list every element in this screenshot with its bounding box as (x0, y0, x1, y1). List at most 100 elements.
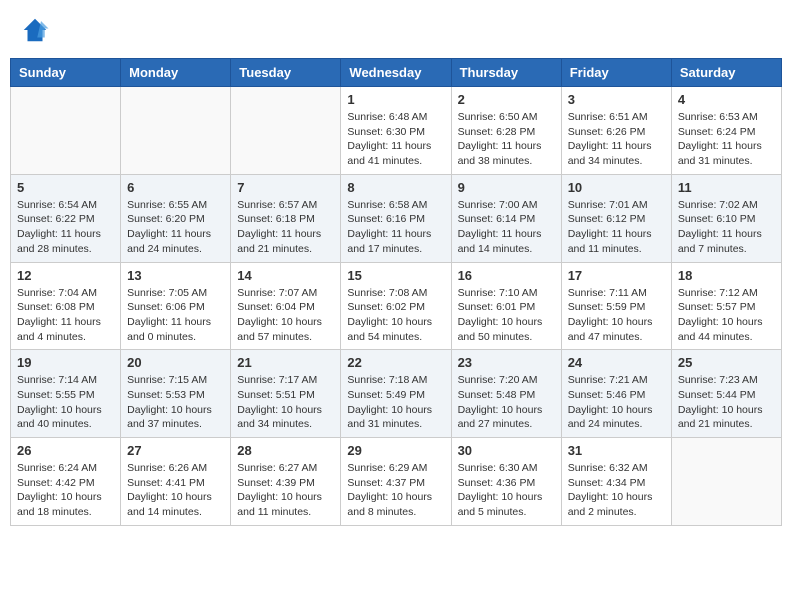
day-of-week-header: Tuesday (231, 59, 341, 87)
day-number: 5 (17, 180, 114, 195)
calendar-cell: 8Sunrise: 6:58 AM Sunset: 6:16 PM Daylig… (341, 174, 451, 262)
calendar-cell: 16 Sunrise: 7:10 AM Sunset: 6:01 PM Dayli… (451, 262, 561, 350)
calendar-cell: 15 Sunrise: 7:08 AM Sunset: 6:02 PM Dayli… (341, 262, 451, 350)
day-number: 15 (347, 268, 444, 283)
calendar-table: SundayMondayTuesdayWednesdayThursdayFrid… (10, 58, 782, 526)
day-number: 31 (568, 443, 665, 458)
calendar-cell: 18Sunrise: 7:12 AM Sunset: 5:57 PM Dayli… (671, 262, 781, 350)
calendar-week-row: 1 Sunrise: 6:48 AM Sunset: 6:30 PM Daylig… (11, 87, 782, 175)
calendar-cell: 24 Sunrise: 7:21 AM Sunset: 5:46 PM Dayli… (561, 350, 671, 438)
calendar-cell: 13 Sunrise: 7:05 AM Sunset: 6:06 PM Dayli… (121, 262, 231, 350)
day-number: 1 (347, 92, 444, 107)
calendar-cell: 7 Sunrise: 6:57 AM Sunset: 6:18 PM Daylig… (231, 174, 341, 262)
calendar-cell: 10 Sunrise: 7:01 AM Sunset: 6:12 PM Dayli… (561, 174, 671, 262)
calendar-cell: 14 Sunrise: 7:07 AM Sunset: 6:04 PM Dayli… (231, 262, 341, 350)
calendar-cell (11, 87, 121, 175)
day-info: Sunrise: 6:48 AM Sunset: 6:30 PM Dayligh… (347, 110, 444, 169)
day-info: Sunrise: 7:17 AM Sunset: 5:51 PM Dayligh… (237, 373, 334, 432)
day-number: 24 (568, 355, 665, 370)
day-number: 20 (127, 355, 224, 370)
calendar-cell: 25Sunrise: 7:23 AM Sunset: 5:44 PM Dayli… (671, 350, 781, 438)
day-info: Sunrise: 7:05 AM Sunset: 6:06 PM Dayligh… (127, 286, 224, 345)
calendar-cell: 20 Sunrise: 7:15 AM Sunset: 5:53 PM Dayli… (121, 350, 231, 438)
day-number: 8 (347, 180, 444, 195)
day-number: 3 (568, 92, 665, 107)
calendar-cell: 28 Sunrise: 6:27 AM Sunset: 4:39 PM Dayli… (231, 438, 341, 526)
day-info: Sunrise: 7:20 AM Sunset: 5:48 PM Dayligh… (458, 373, 555, 432)
calendar-cell: 3Sunrise: 6:51 AM Sunset: 6:26 PM Daylig… (561, 87, 671, 175)
day-of-week-header: Wednesday (341, 59, 451, 87)
day-number: 19 (17, 355, 114, 370)
day-of-week-header: Saturday (671, 59, 781, 87)
day-number: 27 (127, 443, 224, 458)
day-number: 10 (568, 180, 665, 195)
calendar-cell: 12 Sunrise: 7:04 AM Sunset: 6:08 PM Dayli… (11, 262, 121, 350)
day-number: 23 (458, 355, 555, 370)
day-info: Sunrise: 7:02 AM Sunset: 6:10 PM Dayligh… (678, 198, 775, 257)
day-number: 12 (17, 268, 114, 283)
calendar-cell (231, 87, 341, 175)
calendar-cell (121, 87, 231, 175)
calendar-cell: 26 Sunrise: 6:24 AM Sunset: 4:42 PM Dayli… (11, 438, 121, 526)
day-info: Sunrise: 7:00 AM Sunset: 6:14 PM Dayligh… (458, 198, 555, 257)
day-info: Sunrise: 7:07 AM Sunset: 6:04 PM Dayligh… (237, 286, 334, 345)
day-number: 17 (568, 268, 665, 283)
day-info: Sunrise: 7:23 AM Sunset: 5:44 PM Dayligh… (678, 373, 775, 432)
calendar-week-row: 12 Sunrise: 7:04 AM Sunset: 6:08 PM Dayli… (11, 262, 782, 350)
day-number: 29 (347, 443, 444, 458)
day-info: Sunrise: 7:08 AM Sunset: 6:02 PM Dayligh… (347, 286, 444, 345)
day-info: Sunrise: 6:55 AM Sunset: 6:20 PM Dayligh… (127, 198, 224, 257)
calendar-cell: 2 Sunrise: 6:50 AM Sunset: 6:28 PM Daylig… (451, 87, 561, 175)
day-number: 26 (17, 443, 114, 458)
calendar-cell: 1 Sunrise: 6:48 AM Sunset: 6:30 PM Daylig… (341, 87, 451, 175)
day-info: Sunrise: 7:14 AM Sunset: 5:55 PM Dayligh… (17, 373, 114, 432)
calendar-cell: 5Sunrise: 6:54 AM Sunset: 6:22 PM Daylig… (11, 174, 121, 262)
day-info: Sunrise: 6:50 AM Sunset: 6:28 PM Dayligh… (458, 110, 555, 169)
calendar-week-row: 19 Sunrise: 7:14 AM Sunset: 5:55 PM Dayli… (11, 350, 782, 438)
day-of-week-header: Thursday (451, 59, 561, 87)
calendar-cell: 11 Sunrise: 7:02 AM Sunset: 6:10 PM Dayli… (671, 174, 781, 262)
day-number: 13 (127, 268, 224, 283)
calendar-cell: 19 Sunrise: 7:14 AM Sunset: 5:55 PM Dayli… (11, 350, 121, 438)
day-number: 14 (237, 268, 334, 283)
calendar-cell: 9 Sunrise: 7:00 AM Sunset: 6:14 PM Daylig… (451, 174, 561, 262)
calendar-cell: 21 Sunrise: 7:17 AM Sunset: 5:51 PM Dayli… (231, 350, 341, 438)
day-of-week-header: Friday (561, 59, 671, 87)
day-info: Sunrise: 7:01 AM Sunset: 6:12 PM Dayligh… (568, 198, 665, 257)
day-number: 16 (458, 268, 555, 283)
calendar-cell: 23 Sunrise: 7:20 AM Sunset: 5:48 PM Dayli… (451, 350, 561, 438)
calendar-cell (671, 438, 781, 526)
calendar-cell: 6 Sunrise: 6:55 AM Sunset: 6:20 PM Daylig… (121, 174, 231, 262)
day-info: Sunrise: 7:10 AM Sunset: 6:01 PM Dayligh… (458, 286, 555, 345)
day-info: Sunrise: 7:18 AM Sunset: 5:49 PM Dayligh… (347, 373, 444, 432)
calendar-cell: 17Sunrise: 7:11 AM Sunset: 5:59 PM Dayli… (561, 262, 671, 350)
day-number: 9 (458, 180, 555, 195)
day-info: Sunrise: 6:27 AM Sunset: 4:39 PM Dayligh… (237, 461, 334, 520)
calendar-cell: 27Sunrise: 6:26 AM Sunset: 4:41 PM Dayli… (121, 438, 231, 526)
day-number: 22 (347, 355, 444, 370)
calendar-header-row: SundayMondayTuesdayWednesdayThursdayFrid… (11, 59, 782, 87)
day-info: Sunrise: 6:57 AM Sunset: 6:18 PM Dayligh… (237, 198, 334, 257)
day-info: Sunrise: 7:04 AM Sunset: 6:08 PM Dayligh… (17, 286, 114, 345)
day-info: Sunrise: 6:30 AM Sunset: 4:36 PM Dayligh… (458, 461, 555, 520)
day-info: Sunrise: 6:24 AM Sunset: 4:42 PM Dayligh… (17, 461, 114, 520)
day-number: 2 (458, 92, 555, 107)
day-info: Sunrise: 7:15 AM Sunset: 5:53 PM Dayligh… (127, 373, 224, 432)
day-number: 21 (237, 355, 334, 370)
day-number: 7 (237, 180, 334, 195)
day-info: Sunrise: 6:32 AM Sunset: 4:34 PM Dayligh… (568, 461, 665, 520)
day-info: Sunrise: 7:21 AM Sunset: 5:46 PM Dayligh… (568, 373, 665, 432)
calendar-cell: 31 Sunrise: 6:32 AM Sunset: 4:34 PM Dayli… (561, 438, 671, 526)
day-number: 28 (237, 443, 334, 458)
page-header (10, 10, 782, 50)
day-number: 18 (678, 268, 775, 283)
day-number: 30 (458, 443, 555, 458)
calendar-cell: 30 Sunrise: 6:30 AM Sunset: 4:36 PM Dayli… (451, 438, 561, 526)
day-info: Sunrise: 6:53 AM Sunset: 6:24 PM Dayligh… (678, 110, 775, 169)
calendar-cell: 4Sunrise: 6:53 AM Sunset: 6:24 PM Daylig… (671, 87, 781, 175)
day-number: 6 (127, 180, 224, 195)
day-of-week-header: Monday (121, 59, 231, 87)
day-number: 11 (678, 180, 775, 195)
logo-icon (20, 15, 50, 45)
calendar-week-row: 26 Sunrise: 6:24 AM Sunset: 4:42 PM Dayli… (11, 438, 782, 526)
